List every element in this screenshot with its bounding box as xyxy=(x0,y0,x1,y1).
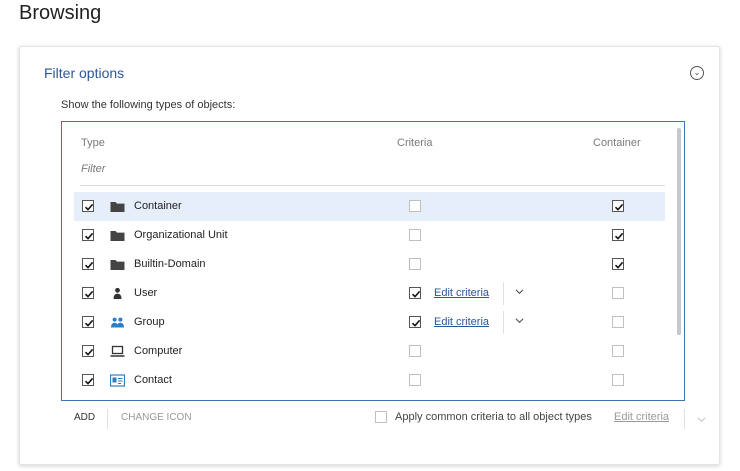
container-checkbox[interactable] xyxy=(612,200,624,212)
show-type-checkbox[interactable] xyxy=(82,287,94,299)
object-type-row[interactable]: Organizational Unit xyxy=(74,221,665,250)
container-checkbox[interactable] xyxy=(612,345,624,357)
page-title: Browsing xyxy=(19,2,102,24)
list-scrollbar[interactable] xyxy=(677,128,681,335)
contact-card-icon xyxy=(109,374,126,387)
criteria-checkbox[interactable] xyxy=(409,229,421,241)
criteria-checkbox[interactable] xyxy=(409,258,421,270)
criteria-checkbox[interactable] xyxy=(409,316,421,328)
object-type-label: Builtin-Domain xyxy=(134,258,206,270)
show-type-checkbox[interactable] xyxy=(82,345,94,357)
criteria-checkbox[interactable] xyxy=(409,200,421,212)
object-type-row[interactable]: Computer xyxy=(74,337,665,366)
column-header-container: Container xyxy=(593,137,641,149)
criteria-checkbox[interactable] xyxy=(409,374,421,386)
object-type-label: User xyxy=(134,287,158,299)
panel-subtitle: Show the following types of objects: xyxy=(61,99,236,111)
panel-title: Filter options xyxy=(44,65,125,81)
object-type-row[interactable]: Group Edit criteria xyxy=(74,308,665,337)
apply-common-criteria-label: Apply common criteria to all object type… xyxy=(395,411,592,423)
criteria-checkbox[interactable] xyxy=(409,287,421,299)
container-checkbox[interactable] xyxy=(612,287,624,299)
chevron-down-icon[interactable] xyxy=(697,415,706,424)
user-icon xyxy=(110,287,125,300)
show-type-checkbox[interactable] xyxy=(82,200,94,212)
apply-edit-criteria-link[interactable]: Edit criteria xyxy=(614,411,669,423)
edit-criteria-link[interactable]: Edit criteria xyxy=(434,316,489,328)
apply-common-criteria-checkbox[interactable] xyxy=(375,411,387,423)
container-checkbox[interactable] xyxy=(612,316,624,328)
footer-divider xyxy=(107,409,108,429)
object-type-row[interactable]: Contact xyxy=(74,366,665,395)
list-footer: ADD CHANGE ICON Apply common criteria to… xyxy=(61,409,711,431)
folder-icon xyxy=(110,229,125,242)
edit-criteria-link[interactable]: Edit criteria xyxy=(434,287,489,299)
object-type-row[interactable]: Container xyxy=(74,192,665,221)
object-type-label: Group xyxy=(134,316,165,328)
add-button[interactable]: ADD xyxy=(74,412,95,423)
collapse-chevron-icon[interactable]: ⌄ xyxy=(690,66,704,80)
footer-divider-2 xyxy=(684,409,685,429)
change-icon-button[interactable]: CHANGE ICON xyxy=(121,412,192,423)
show-type-checkbox[interactable] xyxy=(82,374,94,386)
object-type-label: Contact xyxy=(134,374,172,386)
folder-icon xyxy=(110,258,125,271)
group-icon xyxy=(110,316,125,329)
object-type-label: Computer xyxy=(134,345,183,357)
criteria-checkbox[interactable] xyxy=(409,345,421,357)
object-types-list: Type Criteria Container Container Organiz… xyxy=(61,121,685,401)
object-type-label: Container xyxy=(134,200,182,212)
computer-icon xyxy=(110,345,125,358)
column-header-criteria: Criteria xyxy=(397,137,433,149)
criteria-divider xyxy=(503,311,504,334)
container-checkbox[interactable] xyxy=(612,374,624,386)
container-checkbox[interactable] xyxy=(612,258,624,270)
show-type-checkbox[interactable] xyxy=(82,316,94,328)
object-type-row[interactable]: User Edit criteria xyxy=(74,279,665,308)
header-divider xyxy=(80,185,665,186)
object-type-label: Organizational Unit xyxy=(134,229,228,241)
chevron-down-icon[interactable] xyxy=(515,287,524,296)
criteria-divider xyxy=(503,282,504,305)
show-type-checkbox[interactable] xyxy=(82,229,94,241)
show-type-checkbox[interactable] xyxy=(82,258,94,270)
object-type-row[interactable]: Builtin-Domain xyxy=(74,250,665,279)
container-checkbox[interactable] xyxy=(612,229,624,241)
filter-options-panel: Filter options ⌄ Show the following type… xyxy=(19,46,720,465)
folder-icon xyxy=(110,200,125,213)
chevron-down-icon[interactable] xyxy=(515,316,524,325)
column-header-type: Type xyxy=(81,137,105,149)
filter-input[interactable] xyxy=(81,163,561,175)
